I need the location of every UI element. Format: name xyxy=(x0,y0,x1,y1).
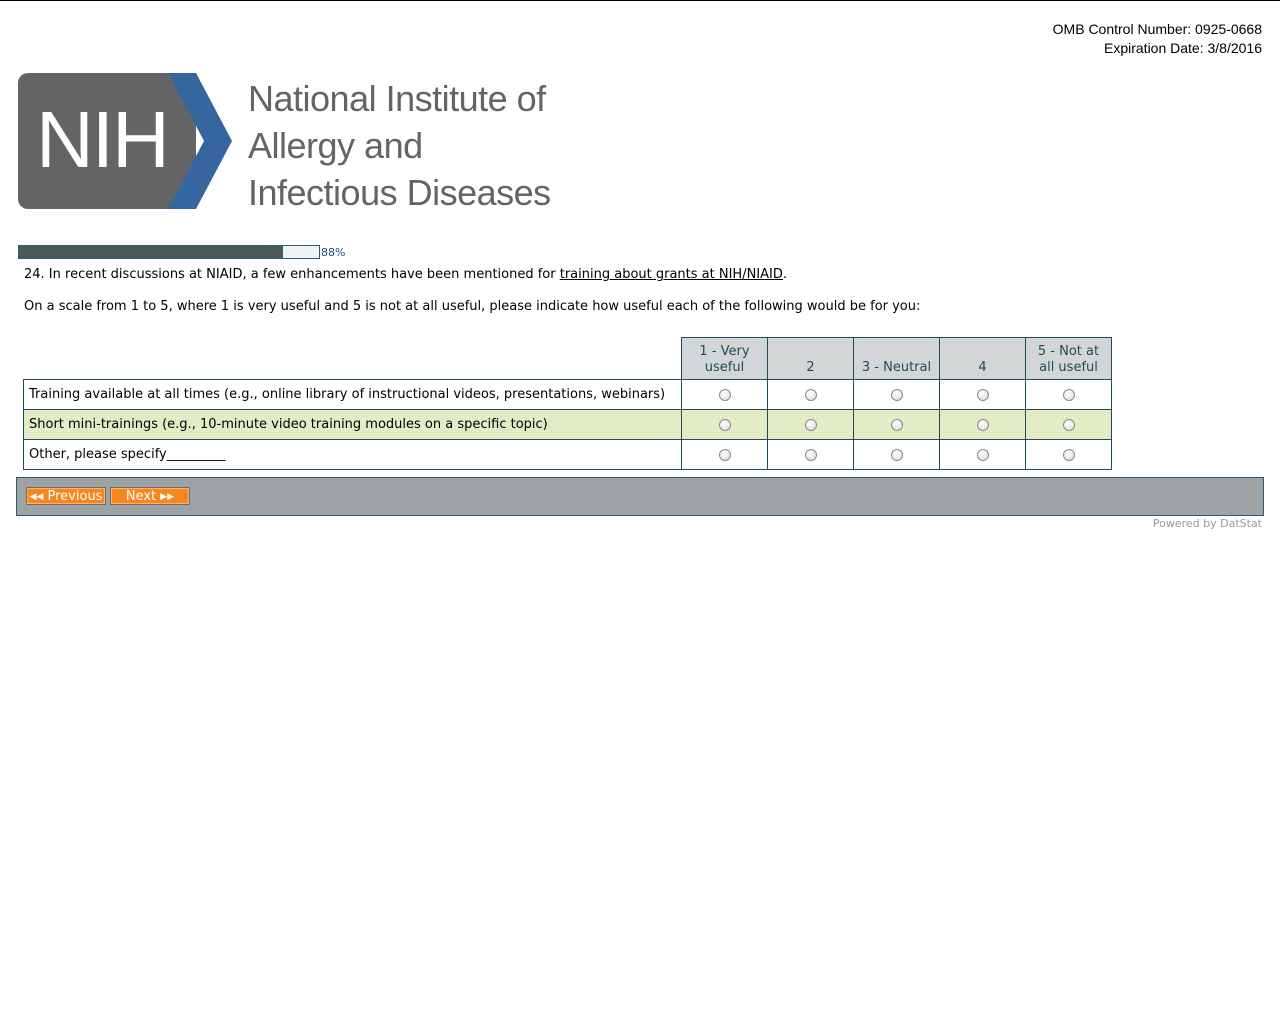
nih-logo-text: NIH xyxy=(36,95,170,184)
row-label: Training available at all times (e.g., o… xyxy=(23,379,682,410)
question-underlined-topic: training about grants at NIH/NIAID xyxy=(559,267,783,282)
institute-name-line: Allergy and xyxy=(248,125,423,166)
column-header-3: 3 - Neutral xyxy=(853,337,940,380)
progress-bar-fill xyxy=(19,246,283,258)
radio-button-rating-4[interactable] xyxy=(976,388,989,401)
radio-button-rating-5[interactable] xyxy=(1062,448,1075,461)
question-suffix: . xyxy=(782,267,788,282)
rating-row-training-anytime: Training available at all times (e.g., o… xyxy=(23,379,1112,410)
radio-button-rating-3[interactable] xyxy=(890,388,903,401)
column-header-1: 1 - Very useful xyxy=(681,337,768,380)
double-chevron-right-icon: ▶▶ xyxy=(160,492,175,502)
question-prefix: 24. In recent discussions at NIAID, a fe… xyxy=(24,267,560,282)
radio-button-rating-5[interactable] xyxy=(1062,388,1075,401)
powered-by-text: Powered by DatStat xyxy=(1152,517,1262,530)
institute-name: National Institute of Allergy and Infect… xyxy=(248,75,551,216)
radio-button-rating-2[interactable] xyxy=(804,418,817,431)
rating-grid-header: 1 - Very useful 2 3 - Neutral 4 5 - Not a… xyxy=(24,337,1112,380)
radio-button-rating-3[interactable] xyxy=(890,418,903,431)
next-button-label: Next xyxy=(125,489,157,504)
institute-name-line: Infectious Diseases xyxy=(248,172,551,213)
niaid-logo: NIH National Institute of Allergy and In… xyxy=(18,73,578,213)
next-button[interactable]: Next ▶▶ xyxy=(110,487,190,505)
rating-grid: 1 - Very useful 2 3 - Neutral 4 5 - Not a… xyxy=(23,337,1112,470)
row-label: Short mini-trainings (e.g., 10-minute vi… xyxy=(23,409,682,440)
progress-bar xyxy=(18,245,320,259)
column-header-2: 2 xyxy=(767,337,854,380)
radio-button-rating-3[interactable] xyxy=(890,448,903,461)
previous-button-label: Previous xyxy=(47,489,103,504)
progress-percent: 88% xyxy=(321,246,346,259)
grid-corner xyxy=(24,338,682,380)
radio-button-rating-4[interactable] xyxy=(976,448,989,461)
radio-button-rating-4[interactable] xyxy=(976,418,989,431)
radio-button-rating-1[interactable] xyxy=(718,388,731,401)
row-label: Other, please specify_________ xyxy=(23,439,682,470)
question-instruction: On a scale from 1 to 5, where 1 is very … xyxy=(24,299,921,314)
rating-row-mini-trainings: Short mini-trainings (e.g., 10-minute vi… xyxy=(23,409,1112,440)
rating-row-other: Other, please specify_________ xyxy=(23,439,1112,470)
previous-button[interactable]: ◀◀ Previous xyxy=(26,487,106,505)
institute-name-line: National Institute of xyxy=(248,78,546,119)
column-header-5: 5 - Not at all useful xyxy=(1025,337,1112,380)
omb-info: OMB Control Number: 0925-0668 Expiration… xyxy=(1053,20,1262,58)
navigation-bar: ◀◀ Previous Next ▶▶ xyxy=(16,477,1264,516)
omb-control-number: OMB Control Number: 0925-0668 xyxy=(1052,21,1262,37)
question-text: 24. In recent discussions at NIAID, a fe… xyxy=(24,266,787,284)
logo-chevron-icon xyxy=(168,73,232,209)
radio-button-rating-1[interactable] xyxy=(718,448,731,461)
double-chevron-left-icon: ◀◀ xyxy=(29,492,44,502)
radio-button-rating-1[interactable] xyxy=(718,418,731,431)
column-header-4: 4 xyxy=(939,337,1026,380)
radio-button-rating-2[interactable] xyxy=(804,448,817,461)
omb-expiration-date: Expiration Date: 3/8/2016 xyxy=(1104,40,1262,56)
radio-button-rating-5[interactable] xyxy=(1062,418,1075,431)
radio-button-rating-2[interactable] xyxy=(804,388,817,401)
